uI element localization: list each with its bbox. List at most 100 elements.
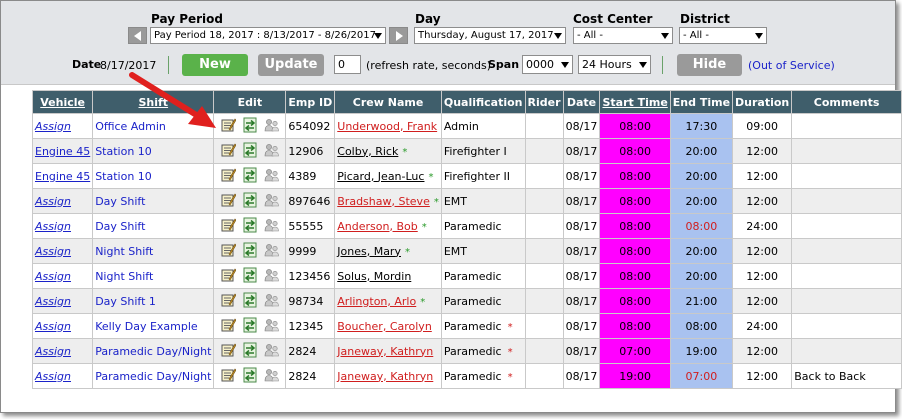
vehicle-link[interactable]: Assign [31,288,94,314]
notepad-icon[interactable] [220,242,236,261]
col-qualification: Qualification [440,90,526,114]
cost-center-label: Cost Center [573,12,653,26]
date: 08/17 [562,188,601,214]
qualification-cell: Paramedic [440,213,526,239]
update-button[interactable]: Update [258,54,324,76]
date: 08/17 [562,138,601,164]
swap-icon[interactable] [242,292,258,311]
col-date: Date [562,90,601,114]
shift-name: Day Shift [92,188,215,214]
swap-icon[interactable] [242,267,258,286]
span-start-select[interactable]: 0000 [522,55,573,74]
vehicle-link[interactable]: Assign [31,213,94,239]
crew-name-link[interactable]: Arlington, Arlo [337,295,416,308]
notepad-icon[interactable] [220,292,236,311]
out-of-service-link[interactable]: (Out of Service) [748,59,835,72]
qualification-cell: Paramedic [440,263,526,289]
crew-name-link[interactable]: Jones, Mary [337,245,401,258]
qualification: Paramedic [443,369,502,383]
pay-period-select[interactable]: Pay Period 18, 2017 : 8/13/2017 - 8/26/2… [150,27,386,44]
swap-icon[interactable] [242,217,258,236]
vehicle-link[interactable]: Assign [31,313,94,339]
table-row: Assign Day Shift 55555 Anderson, Bob * Parame… [31,213,902,239]
start-time: 08:00 [599,188,671,214]
crew-name-link[interactable]: Picard, Jean-Luc [337,170,424,183]
vehicle-link[interactable]: Assign [31,363,94,389]
crew-name-link[interactable]: Colby, Rick [337,145,398,158]
cost-center-select[interactable]: - All - [573,27,673,44]
notepad-icon[interactable] [220,267,236,286]
day-select[interactable]: Thursday, August 17, 2017 [414,27,566,44]
swap-icon[interactable] [242,342,258,361]
vehicle-link[interactable]: Assign [31,188,94,214]
people-icon[interactable] [264,117,280,136]
start-time: 08:00 [599,313,671,339]
people-icon[interactable] [264,367,280,386]
table-row: Assign Day Shift 897646 Bradshaw, Steve * EMT… [31,188,902,214]
crew-name-link[interactable]: Anderson, Bob [337,220,417,233]
people-icon[interactable] [264,167,280,186]
date: 08/17 [562,313,601,339]
shift-name: Station 10 [92,163,215,189]
crew-name-link[interactable]: Underwood, Frank [337,120,437,133]
chevron-down-icon [554,33,562,39]
swap-icon[interactable] [242,192,258,211]
crew-name-link[interactable]: Solus, Mordin [337,270,411,283]
chevron-right-icon [396,31,403,41]
district-select[interactable]: - All - [679,27,767,44]
crew-name-link[interactable]: Janeway, Kathryn [337,370,433,383]
people-icon[interactable] [264,217,280,236]
swap-icon[interactable] [242,167,258,186]
vehicle-link[interactable]: Assign [31,238,94,264]
edit-cell [213,238,287,264]
red-arrow-icon [129,72,216,128]
swap-icon[interactable] [242,117,258,136]
edit-cell [213,363,287,389]
notepad-icon[interactable] [220,342,236,361]
notepad-icon[interactable] [220,217,236,236]
date: 08/17 [562,363,601,389]
crew-star: * [404,246,410,258]
edit-cell [213,163,287,189]
duration: 12:00 [732,163,793,189]
duration: 12:00 [732,188,793,214]
swap-icon[interactable] [242,317,258,336]
people-icon[interactable] [264,292,280,311]
notepad-icon[interactable] [220,142,236,161]
people-icon[interactable] [264,267,280,286]
vehicle-link[interactable]: Engine 45 [31,138,94,164]
people-icon[interactable] [264,317,280,336]
table-row: Assign Paramedic Day/Night 2824 Janeway, Ka… [31,363,902,389]
emp-id: 55555 [285,213,336,239]
crew-name-link[interactable]: Janeway, Kathryn [337,345,433,358]
divider [662,56,663,74]
people-icon[interactable] [264,342,280,361]
notepad-icon[interactable] [220,317,236,336]
swap-icon[interactable] [242,242,258,261]
swap-icon[interactable] [242,367,258,386]
vehicle-link[interactable]: Engine 45 [31,163,94,189]
people-icon[interactable] [264,242,280,261]
vehicle-link[interactable]: Assign [31,113,94,139]
hide-button[interactable]: Hide [677,54,742,76]
swap-icon[interactable] [242,142,258,161]
refresh-rate-input[interactable]: 0 [334,55,361,74]
crew-name-link[interactable]: Boucher, Carolyn [337,320,432,333]
people-icon[interactable] [264,192,280,211]
duration: 12:00 [732,363,793,389]
prev-period-button[interactable] [128,27,147,44]
comments [791,288,902,314]
vehicle-link[interactable]: Assign [31,263,94,289]
crew-name-link[interactable]: Bradshaw, Steve [337,195,430,208]
col-comments: Comments [791,90,902,114]
next-period-button[interactable] [389,27,408,44]
span-duration-select[interactable]: 24 Hours [578,55,651,74]
notepad-icon[interactable] [220,367,236,386]
col-vehicle[interactable]: Vehicle [31,90,94,114]
vehicle-link[interactable]: Assign [31,338,94,364]
notepad-icon[interactable] [220,167,236,186]
end-time: 20:00 [669,188,734,214]
col-start-time[interactable]: Start Time [599,90,671,114]
notepad-icon[interactable] [220,192,236,211]
people-icon[interactable] [264,142,280,161]
